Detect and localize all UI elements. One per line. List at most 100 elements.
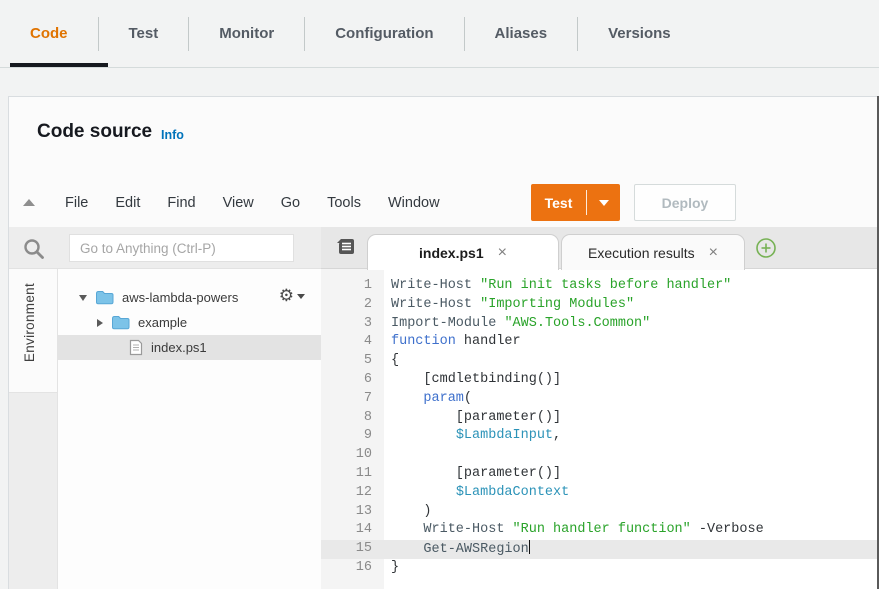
tree-item-aws-lambda-powers[interactable]: aws-lambda-powers ⚙: [58, 285, 321, 310]
editor-tab-execution-results[interactable]: Execution results ×: [561, 234, 745, 270]
tab-versions[interactable]: Versions: [578, 25, 701, 42]
line-number: 15: [321, 540, 384, 559]
tree-settings-button[interactable]: ⚙: [279, 288, 305, 305]
code-token: param: [423, 391, 464, 406]
chevron-right-icon[interactable]: [97, 319, 103, 327]
info-link[interactable]: Info: [161, 128, 184, 142]
code-line-text: function handler: [384, 333, 521, 352]
code-token: [391, 542, 423, 557]
code-token: Import-Module: [391, 316, 496, 331]
line-number: 14: [321, 521, 384, 540]
line-number: 8: [321, 409, 384, 428]
code-line[interactable]: 8 [parameter()]: [321, 409, 879, 428]
code-token: "AWS.Tools.Common": [504, 316, 650, 331]
tree-item-example[interactable]: example: [58, 310, 321, 335]
code-line[interactable]: 14 Write-Host "Run handler function" -Ve…: [321, 521, 879, 540]
code-line[interactable]: 12 $LambdaContext: [321, 484, 879, 503]
deploy-button[interactable]: Deploy: [634, 184, 736, 221]
tree-item-label: aws-lambda-powers: [122, 290, 238, 305]
code-token: "Importing Modules": [480, 297, 634, 312]
code-token: handler: [456, 334, 521, 349]
code-token: -Verbose: [691, 522, 764, 537]
tree-item-index-ps1[interactable]: index.ps1: [58, 335, 321, 360]
code-line-text: Write-Host "Run init tasks before handle…: [384, 277, 731, 296]
line-number: 1: [321, 277, 384, 296]
code-text-area[interactable]: 1Write-Host "Run init tasks before handl…: [321, 269, 879, 589]
new-tab-plus-icon[interactable]: [755, 237, 777, 259]
menu-tools[interactable]: Tools: [327, 195, 361, 211]
card-header: Code source Info: [9, 97, 879, 179]
code-line-text: [cmdletbinding()]: [384, 371, 561, 390]
environment-tab[interactable]: Environment: [9, 269, 57, 393]
menu-go[interactable]: Go: [281, 195, 300, 211]
test-button[interactable]: Test: [531, 184, 620, 221]
code-token: "Run init tasks before handler": [480, 278, 731, 293]
code-line-text: param(: [384, 390, 472, 409]
tab-aliases[interactable]: Aliases: [465, 25, 578, 42]
code-line[interactable]: 3Import-Module "AWS.Tools.Common": [321, 315, 879, 334]
close-icon[interactable]: ×: [498, 245, 507, 261]
line-number: 4: [321, 333, 384, 352]
menu-window[interactable]: Window: [388, 195, 440, 211]
line-number: 11: [321, 465, 384, 484]
code-line-text: Import-Module "AWS.Tools.Common": [384, 315, 650, 334]
line-number: 2: [321, 296, 384, 315]
code-line-text: }: [384, 559, 399, 578]
function-tab-bar: CodeTestMonitorConfigurationAliasesVersi…: [0, 0, 879, 68]
code-token: ,: [553, 428, 561, 443]
code-line[interactable]: 9 $LambdaInput,: [321, 427, 879, 446]
code-line[interactable]: 10: [321, 446, 879, 465]
tab-configuration[interactable]: Configuration: [305, 25, 463, 42]
code-token: Write-Host: [391, 278, 472, 293]
tab-list-icon[interactable]: [335, 237, 357, 257]
caret-down-icon[interactable]: [599, 200, 609, 206]
code-line[interactable]: 7 param(: [321, 390, 879, 409]
chevron-down-icon[interactable]: [79, 295, 87, 301]
code-line-text: Get-AWSRegion: [384, 540, 530, 559]
code-line[interactable]: 1Write-Host "Run init tasks before handl…: [321, 277, 879, 296]
code-token: }: [391, 560, 399, 575]
code-line-text: [parameter()]: [384, 465, 561, 484]
code-line-text: $LambdaInput,: [384, 427, 561, 446]
collapse-panel-icon[interactable]: [23, 199, 35, 206]
file-tree: aws-lambda-powers ⚙ example index.ps1: [58, 269, 321, 589]
code-line[interactable]: 5{: [321, 352, 879, 371]
code-line[interactable]: 6 [cmdletbinding()]: [321, 371, 879, 390]
tree-item-label: example: [138, 315, 187, 330]
file-explorer-panel: Environment aws-lambda-powers ⚙ example ind…: [9, 227, 321, 589]
code-token: Write-Host: [423, 522, 504, 537]
code-line[interactable]: 2 Write-Host "Importing Modules": [321, 296, 879, 315]
code-line[interactable]: 15 Get-AWSRegion: [321, 540, 879, 559]
code-token: $LambdaInput: [456, 428, 553, 443]
editor-tab-label: index.ps1: [419, 245, 484, 261]
tab-test[interactable]: Test: [99, 25, 189, 42]
tab-code[interactable]: Code: [0, 25, 98, 42]
code-line[interactable]: 4function handler: [321, 333, 879, 352]
search-icon: [21, 236, 47, 262]
code-token: [472, 297, 480, 312]
test-button-divider: [586, 190, 587, 215]
line-number: 10: [321, 446, 384, 465]
code-line[interactable]: 16}: [321, 559, 879, 578]
editor-tab-label: Execution results: [588, 245, 695, 261]
menu-find[interactable]: Find: [167, 195, 195, 211]
ide-body: Environment aws-lambda-powers ⚙ example ind…: [9, 227, 879, 589]
menu-edit[interactable]: Edit: [115, 195, 140, 211]
active-tab-underline: [10, 63, 108, 67]
menu-view[interactable]: View: [223, 195, 254, 211]
code-line[interactable]: 13 ): [321, 503, 879, 522]
code-token: Write-Host: [391, 297, 472, 312]
code-token: [504, 522, 512, 537]
code-line[interactable]: 11 [parameter()]: [321, 465, 879, 484]
tab-monitor[interactable]: Monitor: [189, 25, 304, 42]
page-title: Code source: [37, 121, 152, 143]
menu-file[interactable]: File: [65, 195, 88, 211]
editor-tab-index-ps1[interactable]: index.ps1 ×: [367, 234, 559, 270]
code-token: (: [464, 391, 472, 406]
environment-tab-label: Environment: [22, 283, 37, 362]
close-icon[interactable]: ×: [709, 245, 718, 261]
line-number: 16: [321, 559, 384, 578]
goto-anything-input[interactable]: [69, 234, 294, 262]
line-number: 13: [321, 503, 384, 522]
code-line-text: [384, 446, 391, 465]
